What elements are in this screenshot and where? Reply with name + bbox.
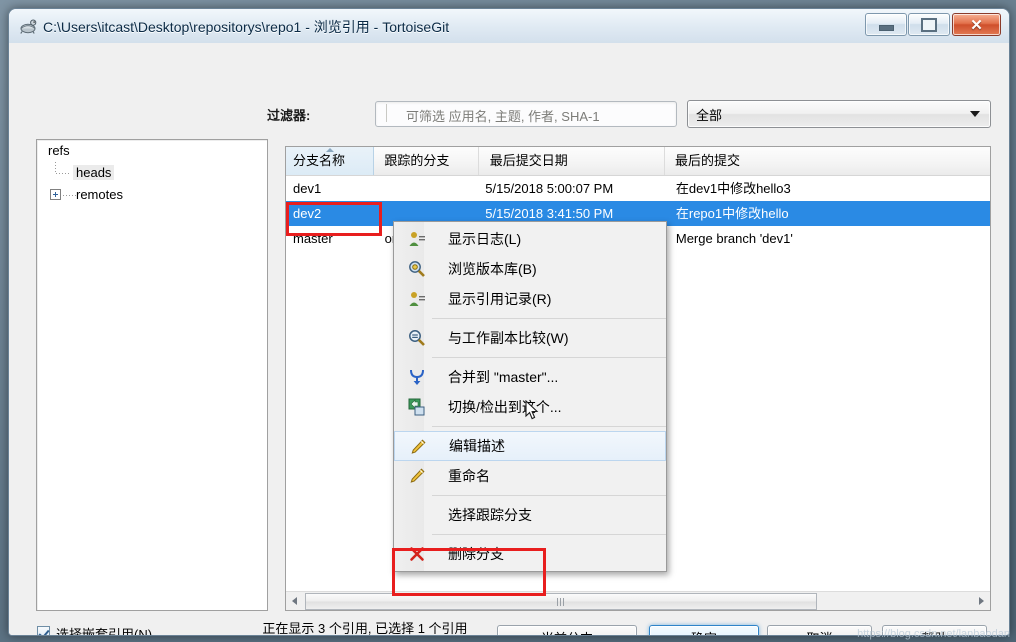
tree-item-refs[interactable]: refs: [37, 140, 267, 162]
scrollbar-thumb[interactable]: [305, 593, 817, 610]
minimize-button[interactable]: [865, 13, 907, 36]
scroll-right-icon[interactable]: [973, 592, 990, 609]
dialog-client-area: 过滤器: 可筛选 应用名, 主题, 作者, SHA-1 全部 refs head…: [9, 43, 1009, 635]
column-header-label: 最后的提交: [675, 153, 741, 168]
menu-item-label: 浏览版本库(B): [448, 261, 537, 277]
menu-separator: [432, 495, 666, 496]
pencil-icon: [411, 439, 426, 454]
cell-branch-name: dev1: [293, 181, 322, 196]
refs-tree-panel[interactable]: refs heads remotes: [36, 139, 268, 611]
tree-item-label: refs: [48, 143, 70, 158]
show-log-icon: [409, 232, 425, 246]
menu-separator: [432, 426, 666, 427]
column-header-last-commit-date[interactable]: 最后提交日期: [483, 147, 665, 175]
merge-icon: [410, 369, 424, 385]
window-title: C:\Users\itcast\Desktop\repositorys\repo…: [43, 19, 450, 35]
scroll-left-icon[interactable]: [286, 592, 303, 609]
expand-plus-icon[interactable]: [50, 189, 61, 200]
cell-branch-name: dev2: [293, 206, 322, 221]
checkbox-checked-icon: [37, 626, 50, 635]
close-icon: ✕: [970, 16, 983, 34]
cell-last-commit: 在repo1中修改hello: [675, 206, 789, 221]
filter-scope-dropdown[interactable]: 全部: [687, 100, 991, 128]
current-branch-button-label: 当前分支: [541, 631, 593, 635]
tortoisegit-browse-refs-window: C:\Users\itcast\Desktop\repositorys\repo…: [8, 8, 1010, 636]
mouse-cursor: [525, 400, 539, 420]
maximize-button[interactable]: [908, 13, 950, 36]
menu-item-diff-working-copy[interactable]: 与工作副本比较(W): [394, 323, 666, 353]
pencil-icon: [410, 468, 425, 483]
tree-item-label: heads: [73, 165, 115, 180]
tree-line: [63, 195, 77, 196]
minimize-icon: [866, 14, 906, 35]
tree-item-remotes[interactable]: remotes: [37, 184, 267, 206]
list-header-row[interactable]: 分支名称 跟踪的分支 最后提交日期 最后的提交: [286, 147, 990, 176]
nested-refs-checkbox[interactable]: 选择嵌套引用(N): [37, 624, 153, 636]
column-header-label: 跟踪的分支: [384, 153, 450, 168]
text-caret: [386, 104, 387, 122]
switch-checkout-icon: [408, 398, 425, 416]
menu-item-select-tracked-branch[interactable]: 选择跟踪分支: [394, 500, 666, 530]
scrollbar-grip-icon: [557, 598, 565, 606]
show-reflog-icon: [409, 292, 425, 306]
menu-item-label: 选择跟踪分支: [448, 507, 532, 523]
menu-item-show-reflog[interactable]: 显示引用记录(R): [394, 284, 666, 314]
cell-last-commit-date: 5/15/2018 5:00:07 PM: [485, 181, 614, 196]
menu-item-label: 删除分支: [448, 546, 504, 562]
menu-item-rename[interactable]: 重命名: [394, 461, 666, 491]
chevron-down-icon: [970, 111, 980, 117]
column-header-label: 分支名称: [293, 153, 346, 168]
cell-last-commit: 在dev1中修改hello3: [675, 181, 791, 196]
menu-separator: [432, 357, 666, 358]
close-button[interactable]: ✕: [952, 13, 1001, 36]
cell-last-commit: Merge branch 'dev1': [675, 231, 793, 246]
menu-item-label: 显示日志(L): [448, 231, 522, 247]
filter-placeholder: 可筛选 应用名, 主题, 作者, SHA-1: [406, 109, 600, 124]
menu-item-label: 重命名: [448, 468, 490, 484]
tree-item-heads[interactable]: heads: [37, 162, 267, 184]
current-branch-button[interactable]: 当前分支: [497, 625, 637, 635]
ok-button-label: 确定: [691, 631, 717, 635]
browse-repository-icon: [409, 261, 425, 277]
nested-refs-checkbox-label: 选择嵌套引用(N): [56, 627, 153, 636]
menu-item-edit-description[interactable]: 编辑描述: [394, 431, 666, 461]
table-row[interactable]: dev1 5/15/2018 5:00:07 PM 在dev1中修改hello3: [286, 176, 990, 201]
menu-separator: [432, 534, 666, 535]
desktop-background: C:\Users\itcast\Desktop\repositorys\repo…: [0, 0, 1016, 642]
filter-label: 过滤器:: [267, 108, 311, 123]
menu-item-show-log[interactable]: 显示日志(L): [394, 224, 666, 254]
maximize-icon: [909, 14, 949, 35]
tree-line: [56, 173, 70, 174]
menu-item-label: 编辑描述: [449, 438, 505, 454]
tree-line: [55, 162, 56, 173]
menu-item-label: 合并到 "master"...: [448, 369, 559, 385]
tortoisegit-icon: [20, 19, 37, 34]
window-titlebar[interactable]: C:\Users\itcast\Desktop\repositorys\repo…: [9, 9, 1009, 44]
column-header-label: 最后提交日期: [489, 153, 568, 168]
list-horizontal-scrollbar[interactable]: [286, 591, 990, 610]
column-header-tracked-branch[interactable]: 跟踪的分支: [377, 147, 480, 175]
cancel-button-label: 取消: [806, 631, 832, 635]
delete-x-icon: [410, 547, 424, 561]
filter-input[interactable]: 可筛选 应用名, 主题, 作者, SHA-1: [375, 101, 677, 127]
column-header-last-commit[interactable]: 最后的提交: [668, 147, 990, 175]
sort-ascending-icon: [325, 148, 334, 152]
menu-item-browse-repository[interactable]: 浏览版本库(B): [394, 254, 666, 284]
branch-context-menu[interactable]: 显示日志(L) 浏览版本库(B) 显示引用记录(R) 与工作副本比较(W) 合并…: [393, 221, 667, 572]
cell-branch-name: master: [293, 231, 333, 246]
status-text: 正在显示 3 个引用, 已选择 1 个引用: [262, 621, 468, 636]
menu-item-label: 显示引用记录(R): [448, 291, 552, 307]
menu-item-label: 与工作副本比较(W): [448, 330, 569, 346]
ok-button[interactable]: 确定: [649, 625, 759, 635]
cell-tracked-branch: [378, 176, 480, 201]
menu-item-delete-branch[interactable]: 删除分支: [394, 539, 666, 569]
watermark-text: https://blog.csdn.net/lanbaodan: [857, 628, 1010, 640]
tree-item-label: remotes: [76, 187, 123, 202]
filter-scope-value: 全部: [696, 108, 723, 123]
menu-item-merge-to-master[interactable]: 合并到 "master"...: [394, 362, 666, 392]
diff-icon: [409, 330, 425, 346]
column-header-branch-name[interactable]: 分支名称: [286, 147, 374, 175]
menu-item-label: 切换/检出到这个...: [448, 399, 562, 415]
menu-separator: [432, 318, 666, 319]
